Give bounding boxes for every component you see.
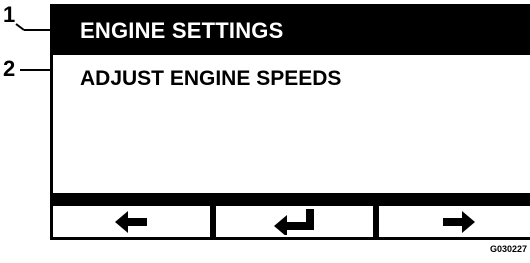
softkey-row	[53, 206, 530, 237]
callout-2-leader	[20, 69, 50, 71]
right-arrow-icon	[443, 210, 475, 233]
lcd-display: ENGINE SETTINGS ADJUST ENGINE SPEEDS	[50, 4, 530, 240]
menu-item-adjust-engine-speeds[interactable]: ADJUST ENGINE SPEEDS	[80, 67, 341, 91]
left-arrow-icon	[114, 210, 147, 233]
callout-2: 2	[3, 56, 16, 81]
softkey-left[interactable]	[53, 206, 210, 237]
figure-id: G030227	[489, 244, 527, 254]
screen-header: ENGINE SETTINGS	[53, 7, 530, 55]
softkey-separator	[53, 193, 530, 206]
enter-return-icon	[273, 208, 314, 235]
screen-title: ENGINE SETTINGS	[80, 18, 284, 43]
softkey-right[interactable]	[379, 206, 530, 237]
softkey-enter[interactable]	[216, 206, 373, 237]
callout-1-leader	[15, 23, 52, 31]
